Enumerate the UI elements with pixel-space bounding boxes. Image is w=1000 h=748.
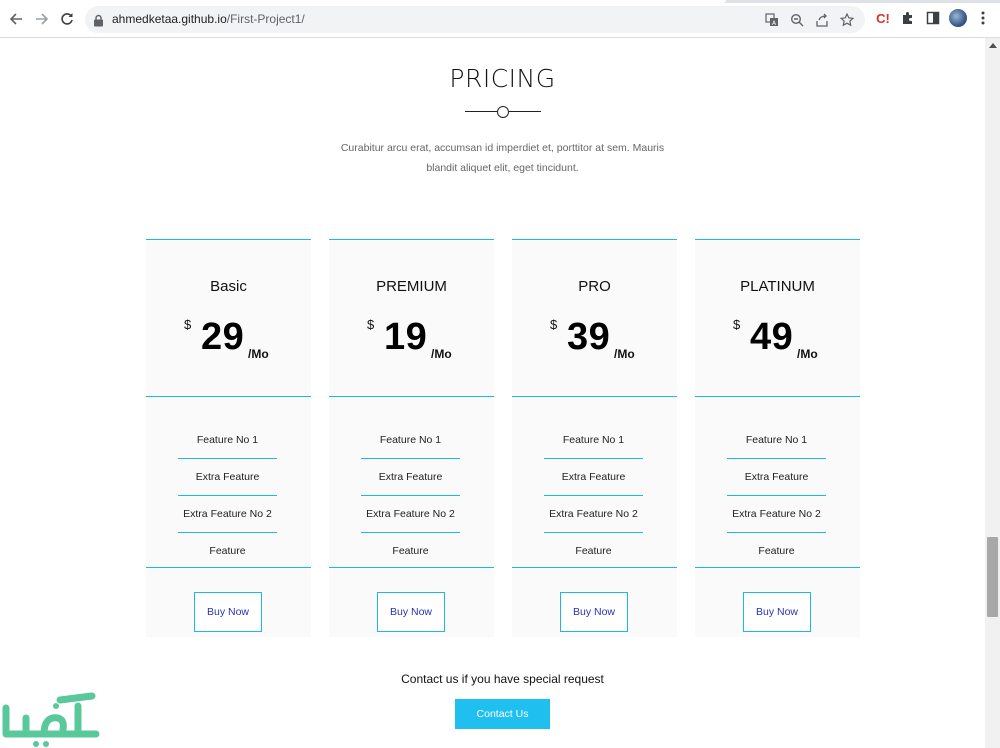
feature-list: Feature No 1 Extra Feature Extra Feature… xyxy=(146,397,311,568)
star-icon[interactable] xyxy=(838,11,855,28)
avatar[interactable] xyxy=(949,9,967,27)
plan-card-pro: PRO $ 39 /Mo Feature No 1 Extra Feature … xyxy=(512,239,677,637)
currency-symbol: $ xyxy=(733,317,741,332)
feature-item: Extra Feature xyxy=(727,459,826,496)
price-period: /Mo xyxy=(248,347,269,361)
feature-item: Feature No 1 xyxy=(178,422,277,459)
kebab-menu-icon[interactable] xyxy=(974,9,992,27)
plan-header: PRO $ 39 /Mo xyxy=(512,240,677,397)
feature-item: Feature xyxy=(575,545,612,557)
price-period: /Mo xyxy=(797,347,818,361)
feature-item: Feature No 1 xyxy=(727,422,826,459)
watermark-logo xyxy=(2,692,100,747)
price-period: /Mo xyxy=(431,347,452,361)
feature-item: Feature xyxy=(758,545,795,557)
buy-now-button[interactable]: Buy Now xyxy=(560,592,628,632)
lock-icon[interactable] xyxy=(93,12,104,31)
forward-icon[interactable] xyxy=(32,9,52,29)
translate-icon[interactable]: A xyxy=(763,11,780,28)
section-intro: Curabitur arcu erat, accumsan id imperdi… xyxy=(340,142,665,174)
puzzle-icon[interactable] xyxy=(899,9,917,27)
feature-item: Extra Feature No 2 xyxy=(544,496,643,533)
plan-card-basic: Basic $ 29 /Mo Feature No 1 Extra Featur… xyxy=(146,239,311,637)
plan-name: Basic xyxy=(210,278,247,295)
plan-card-platinum: PLATINUM $ 49 /Mo Feature No 1 Extra Fea… xyxy=(695,239,860,637)
url-path: /First-Project1/ xyxy=(226,12,305,26)
price-amount: 19 xyxy=(384,316,428,358)
reload-icon[interactable] xyxy=(57,9,77,29)
plan-name: PLATINUM xyxy=(740,278,815,295)
feature-list: Feature No 1 Extra Feature Extra Feature… xyxy=(512,397,677,568)
feature-list: Feature No 1 Extra Feature Extra Feature… xyxy=(329,397,494,568)
plan-price: $ 39 /Mo xyxy=(512,314,677,364)
plan-name: PREMIUM xyxy=(376,278,447,295)
currency-symbol: $ xyxy=(367,317,375,332)
share-icon[interactable] xyxy=(813,11,830,28)
feature-item: Feature No 1 xyxy=(361,422,460,459)
buy-now-button[interactable]: Buy Now xyxy=(743,592,811,632)
feature-item: Extra Feature xyxy=(361,459,460,496)
pricing-table: Basic $ 29 /Mo Feature No 1 Extra Featur… xyxy=(146,239,860,637)
feature-item: Extra Feature No 2 xyxy=(727,496,826,533)
currency-symbol: $ xyxy=(550,317,558,332)
zoom-icon[interactable] xyxy=(788,11,805,28)
price-amount: 29 xyxy=(201,316,245,358)
scroll-thumb[interactable] xyxy=(987,537,998,617)
url-host: ahmedketaa.github.io xyxy=(112,12,227,26)
plan-header: PREMIUM $ 19 /Mo xyxy=(329,240,494,397)
contact-prompt: Contact us if you have special request xyxy=(401,672,604,686)
scroll-up-arrow-icon[interactable] xyxy=(989,43,997,48)
feature-item: Extra Feature xyxy=(178,459,277,496)
feature-item: Feature No 1 xyxy=(544,422,643,459)
url-text[interactable]: ahmedketaa.github.io/First-Project1/ xyxy=(112,12,305,27)
address-bar[interactable]: ahmedketaa.github.io/First-Project1/ A xyxy=(85,6,865,33)
divider-line-right xyxy=(509,111,541,112)
plan-price: $ 29 /Mo xyxy=(146,314,311,364)
plan-card-premium: PREMIUM $ 19 /Mo Feature No 1 Extra Feat… xyxy=(329,239,494,637)
divider-line-left xyxy=(465,111,497,112)
buy-now-button[interactable]: Buy Now xyxy=(377,592,445,632)
browser-toolbar: ahmedketaa.github.io/First-Project1/ A C… xyxy=(0,0,1000,38)
contact-us-button[interactable]: Contact Us xyxy=(455,699,550,729)
plan-price: $ 19 /Mo xyxy=(329,314,494,364)
plan-header: PLATINUM $ 49 /Mo xyxy=(695,240,860,397)
currency-symbol: $ xyxy=(184,317,192,332)
divider-circle-icon xyxy=(497,106,509,118)
feature-item: Feature xyxy=(209,545,246,557)
plan-price: $ 49 /Mo xyxy=(695,314,860,364)
vertical-scrollbar[interactable] xyxy=(985,38,1000,748)
feature-item: Extra Feature No 2 xyxy=(178,496,277,533)
tab-strip xyxy=(0,0,1000,3)
sidepanel-icon[interactable] xyxy=(924,9,942,27)
feature-list: Feature No 1 Extra Feature Extra Feature… xyxy=(695,397,860,568)
feature-item: Extra Feature No 2 xyxy=(361,496,460,533)
price-amount: 39 xyxy=(567,316,611,358)
price-amount: 49 xyxy=(750,316,794,358)
page-title: PRICING xyxy=(449,64,556,93)
active-tab[interactable] xyxy=(0,0,726,3)
plan-header: Basic $ 29 /Mo xyxy=(146,240,311,397)
plan-name: PRO xyxy=(578,278,611,295)
back-icon[interactable] xyxy=(6,9,26,29)
buy-now-button[interactable]: Buy Now xyxy=(194,592,262,632)
credential-extension-icon[interactable]: C! xyxy=(874,9,892,27)
price-period: /Mo xyxy=(614,347,635,361)
feature-item: Feature xyxy=(392,545,429,557)
title-divider xyxy=(465,106,541,118)
feature-item: Extra Feature xyxy=(544,459,643,496)
